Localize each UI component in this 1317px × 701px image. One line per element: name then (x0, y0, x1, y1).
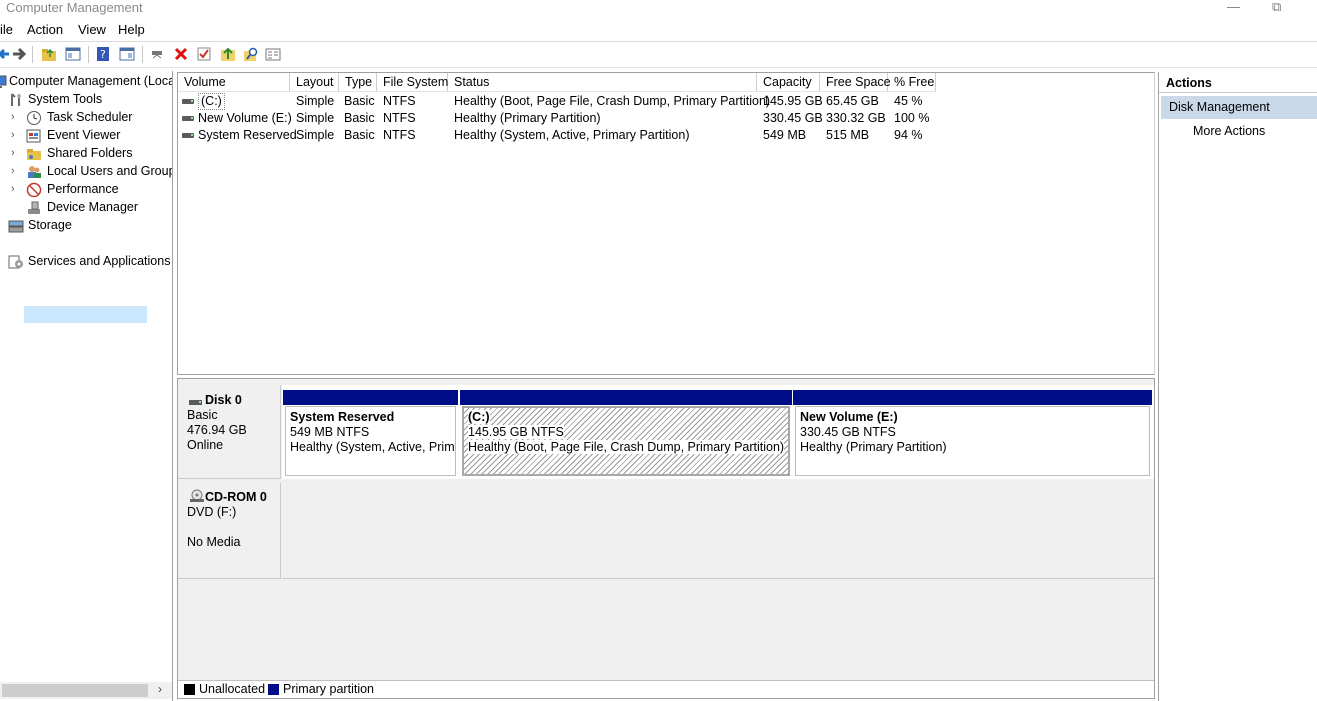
services-icon (8, 254, 24, 270)
tree-item-device-manager[interactable]: Device Manager (0, 199, 172, 217)
chevron-right-icon[interactable]: › (11, 111, 15, 123)
cdrom-0-drive: DVD (F:) (187, 505, 237, 519)
menu-action[interactable]: Action (27, 22, 63, 37)
toolbar: ? (0, 42, 1317, 68)
tree-horizontal-scrollbar[interactable]: › (0, 682, 172, 699)
tree-item-task-scheduler[interactable]: › Task Scheduler (0, 109, 172, 127)
table-row[interactable]: New Volume (E:) Simple Basic NTFS Health… (178, 110, 1154, 127)
partition-c[interactable]: (C:) 145.95 GB NTFS Healthy (Boot, Page … (460, 390, 792, 478)
chevron-right-icon[interactable]: › (11, 165, 15, 177)
help-icon[interactable]: ? (94, 45, 112, 63)
disk-0-type: Basic (187, 408, 218, 422)
up-folder-icon[interactable] (40, 45, 58, 63)
menu-bar: ile Action View Help (0, 18, 1317, 42)
drive-icon (182, 116, 194, 121)
shared-folder-icon (26, 146, 42, 162)
cd-drive-icon (189, 489, 205, 506)
menu-help[interactable]: Help (118, 22, 145, 37)
computer-icon (0, 74, 8, 90)
legend-unallocated: Unallocated (199, 682, 266, 696)
performance-icon (26, 182, 42, 198)
primary-partition-swatch (268, 684, 279, 695)
window-title: Computer Management (6, 0, 143, 15)
tree-item-computer-management[interactable]: Computer Management (Local (0, 73, 172, 91)
tree-item-performance[interactable]: › Performance (0, 181, 172, 199)
menu-file[interactable]: ile (0, 22, 13, 37)
scroll-right-icon[interactable]: › (158, 682, 162, 696)
storage-icon (8, 218, 24, 234)
show-hide-tree-icon[interactable] (64, 45, 82, 63)
disk-0-name: Disk 0 (205, 393, 242, 407)
cdrom-0-area (282, 483, 1154, 579)
column-header-type[interactable]: Type (339, 73, 377, 92)
actions-section-disk-management[interactable]: Disk Management (1161, 96, 1317, 119)
column-header-file-system[interactable]: File System (377, 73, 448, 92)
disk-0-size: 476.94 GB (187, 423, 247, 437)
up-icon[interactable] (219, 45, 237, 63)
forward-arrow-icon[interactable] (10, 45, 28, 63)
svg-text:?: ? (100, 48, 106, 61)
chevron-right-icon[interactable]: › (11, 129, 15, 141)
tools-icon (8, 92, 24, 108)
cdrom-0-media: No Media (187, 535, 241, 549)
users-icon (26, 164, 42, 180)
unallocated-swatch (184, 684, 195, 695)
menu-view[interactable]: View (78, 22, 106, 37)
disk-graphical-view: Disk 0 Basic 476.94 GB Online System Res… (177, 378, 1155, 699)
tree-item-storage[interactable]: Storage (0, 217, 172, 235)
restore-button[interactable]: ⧉ (1272, 0, 1281, 15)
column-header-free-space[interactable]: Free Space (820, 73, 891, 92)
clock-icon (26, 110, 42, 126)
drive-icon (182, 99, 194, 104)
actions-pane: Actions Disk Management More Actions (1158, 72, 1317, 701)
partition-system-reserved[interactable]: System Reserved 549 MB NTFS Healthy (Sys… (283, 390, 458, 478)
disk-0-state: Online (187, 438, 224, 452)
connect-icon[interactable] (148, 45, 166, 63)
column-header-status[interactable]: Status (448, 73, 757, 92)
cdrom-0-name: CD-ROM 0 (205, 490, 267, 504)
properties-icon[interactable] (264, 45, 282, 63)
legend: Unallocated Primary partition (178, 680, 1154, 698)
chevron-right-icon[interactable]: › (11, 147, 15, 159)
scrollbar-thumb[interactable] (2, 684, 148, 697)
disk-icon (189, 395, 203, 409)
partition-new-volume-e[interactable]: New Volume (E:) 330.45 GB NTFS Healthy (… (793, 390, 1152, 478)
tree-selection-highlight (24, 306, 147, 323)
find-icon[interactable] (242, 45, 260, 63)
cdrom-0-info[interactable]: CD-ROM 0 DVD (F:) No Media (178, 483, 281, 579)
table-row[interactable]: (C:) Simple Basic NTFS Healthy (Boot, Pa… (178, 93, 1154, 110)
delete-icon[interactable] (172, 45, 190, 63)
tree-item-services-applications[interactable]: Services and Applications (0, 253, 172, 271)
console-tree: Computer Management (Local System Tools … (0, 71, 173, 701)
legend-primary-partition: Primary partition (283, 682, 374, 696)
tree-item-event-viewer[interactable]: › Event Viewer (0, 127, 172, 145)
partition-bar (793, 390, 1152, 405)
volume-list: Volume Layout Type File System Status Ca… (177, 72, 1155, 375)
partition-bar (283, 390, 458, 405)
tree-item-system-tools[interactable]: System Tools (0, 91, 172, 109)
show-hide-action-pane-icon[interactable] (118, 45, 136, 63)
table-row[interactable]: System Reserved Simple Basic NTFS Health… (178, 127, 1154, 144)
check-icon[interactable] (195, 45, 213, 63)
device-manager-icon (26, 200, 42, 216)
chevron-right-icon[interactable]: › (11, 183, 15, 195)
minimize-button[interactable]: — (1227, 0, 1240, 14)
disk-0-info[interactable]: Disk 0 Basic 476.94 GB Online (178, 385, 281, 479)
tree-item-shared-folders[interactable]: › Shared Folders (0, 145, 172, 163)
column-header-percent-free[interactable]: % Free (888, 73, 936, 92)
tree-item-local-users-groups[interactable]: › Local Users and Groups (0, 163, 172, 181)
column-header-layout[interactable]: Layout (290, 73, 339, 92)
event-viewer-icon (26, 128, 42, 144)
actions-header: Actions (1159, 72, 1317, 93)
title-bar: Computer Management — ⧉ (0, 0, 1317, 18)
more-actions-link[interactable]: More Actions (1193, 124, 1265, 138)
column-header-capacity[interactable]: Capacity (757, 73, 820, 92)
partition-bar (460, 390, 792, 405)
column-header-volume[interactable]: Volume (178, 73, 290, 92)
drive-icon (182, 133, 194, 138)
